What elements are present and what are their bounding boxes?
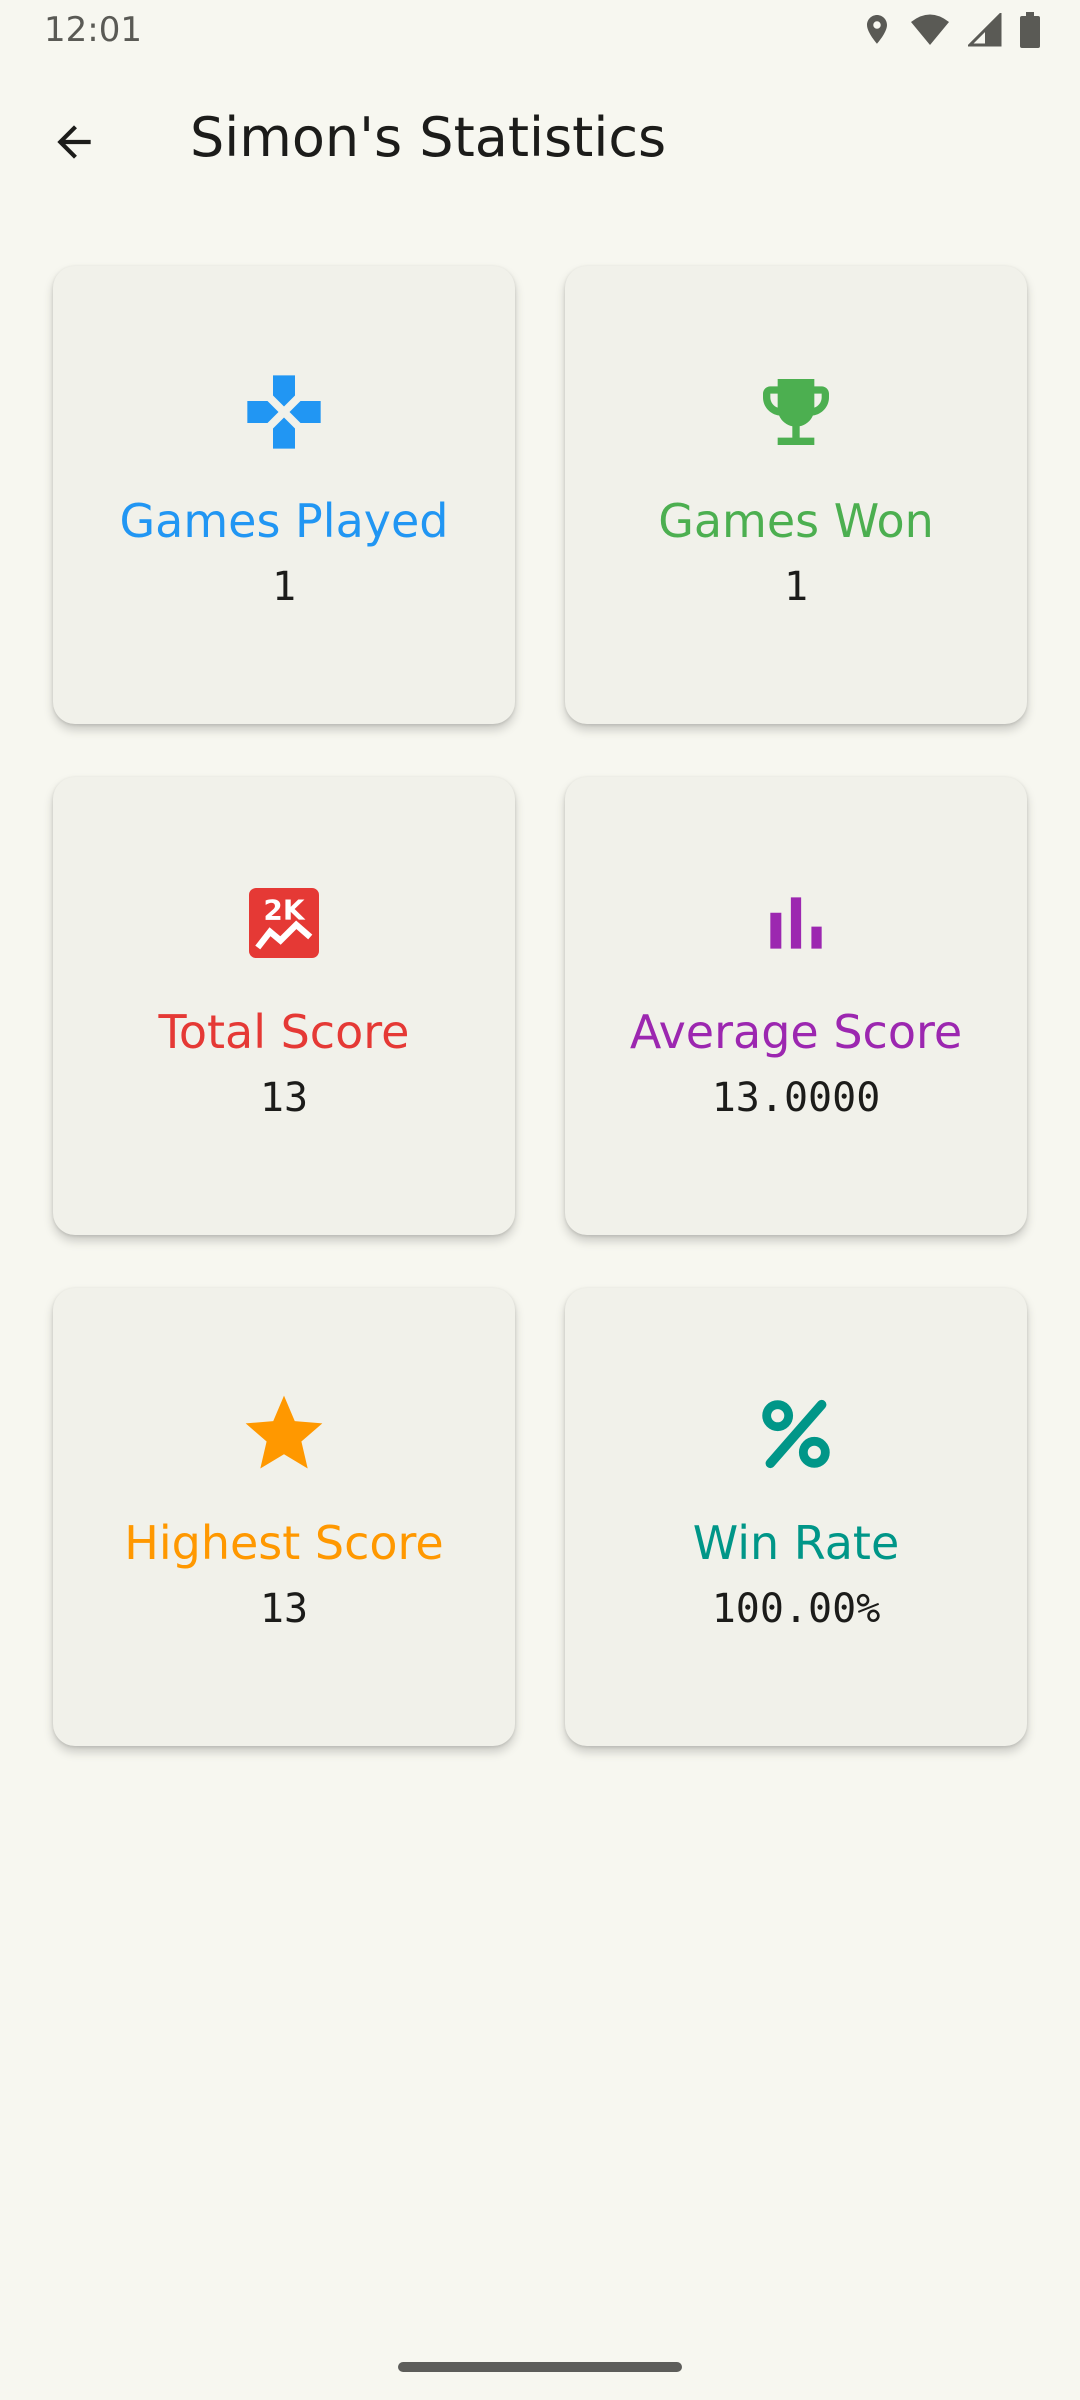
stat-value: 13.0000	[711, 1075, 881, 1121]
signal-icon	[968, 13, 1002, 47]
status-time: 12:01	[44, 10, 142, 50]
arrow-back-icon	[49, 117, 99, 171]
percent-icon	[750, 1388, 842, 1480]
stat-value: 1	[271, 564, 297, 610]
gamepad-icon	[238, 366, 330, 458]
stat-card-games-played: Games Played 1	[53, 266, 515, 724]
stat-value: 100.00%	[711, 1586, 881, 1632]
star-icon	[238, 1388, 330, 1480]
stat-label: Win Rate	[692, 1516, 900, 1570]
page-title: Simon's Statistics	[190, 106, 667, 169]
trophy-icon	[750, 366, 842, 458]
stat-value: 13	[259, 1075, 309, 1121]
status-icons	[862, 12, 1040, 48]
score-2k-icon: 2K	[238, 877, 330, 969]
stat-value: 1	[783, 564, 809, 610]
app-bar: Simon's Statistics	[0, 80, 1080, 196]
statistics-screen: 12:01 Simon's Statistics Games Played 1 …	[0, 0, 1080, 2400]
stat-card-total-score: 2K Total Score 13	[53, 777, 515, 1235]
wifi-icon	[910, 13, 950, 47]
location-icon	[862, 12, 892, 48]
stat-card-win-rate: Win Rate 100.00%	[565, 1288, 1027, 1746]
bar-chart-icon	[750, 877, 842, 969]
stat-label: Average Score	[629, 1005, 963, 1059]
svg-text:2K: 2K	[263, 894, 305, 927]
stat-label: Games Played	[119, 494, 449, 548]
battery-icon	[1020, 12, 1040, 48]
back-button[interactable]	[34, 104, 114, 184]
home-indicator[interactable]	[398, 2362, 682, 2372]
stat-card-highest-score: Highest Score 13	[53, 1288, 515, 1746]
stat-label: Games Won	[658, 494, 934, 548]
stat-card-average-score: Average Score 13.0000	[565, 777, 1027, 1235]
status-bar: 12:01	[0, 0, 1080, 64]
stat-label: Highest Score	[124, 1516, 444, 1570]
stat-value: 13	[259, 1586, 309, 1632]
stat-card-games-won: Games Won 1	[565, 266, 1027, 724]
stat-label: Total Score	[158, 1005, 410, 1059]
